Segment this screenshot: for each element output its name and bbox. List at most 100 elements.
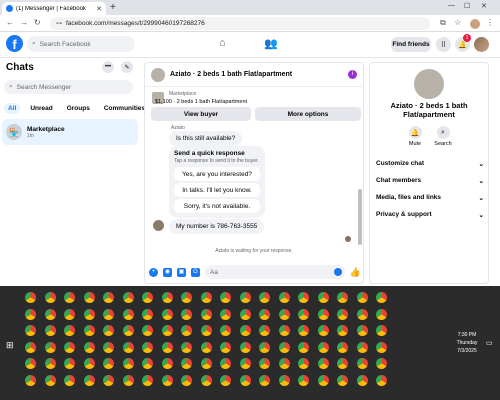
browser-shortcut-icon[interactable] [122,325,134,336]
browser-shortcut-icon[interactable] [181,341,192,353]
browser-shortcut-icon[interactable] [356,341,368,353]
more-options-button[interactable]: More options [255,107,361,121]
address-bar[interactable]: ⊶ facebook.com/messages/t/29990460197268… [50,17,430,30]
listing-thumbnail[interactable] [151,67,165,82]
browser-shortcut-icon[interactable] [298,341,309,353]
profile-avatar-icon[interactable] [470,19,480,29]
browser-shortcut-icon[interactable] [64,341,75,353]
browser-shortcut-icon[interactable] [200,341,212,353]
browser-shortcut-icon[interactable] [200,325,212,336]
conversation-info-icon[interactable]: i [348,70,357,79]
browser-shortcut-icon[interactable] [298,374,309,386]
browser-shortcut-icon[interactable] [142,325,153,336]
mute-button[interactable]: 🔔 Mute [402,126,428,147]
browser-shortcut-icon[interactable] [278,341,290,353]
browser-shortcut-icon[interactable] [376,308,387,320]
browser-shortcut-icon[interactable] [122,292,134,303]
browser-shortcut-icon[interactable] [356,308,368,320]
chat-members-row[interactable]: Chat members ⌄ [376,177,484,185]
browser-shortcut-icon[interactable] [317,292,329,303]
quick-reply-in-talks[interactable]: In talks. I'll let you know. [174,183,260,197]
browser-shortcut-icon[interactable] [103,292,114,303]
browser-shortcut-icon[interactable] [259,341,270,353]
browser-shortcut-icon[interactable] [142,358,153,369]
browser-shortcut-icon[interactable] [142,308,153,320]
browser-shortcut-icon[interactable] [122,374,134,386]
browser-shortcut-icon[interactable] [83,358,95,369]
browser-shortcut-icon[interactable] [298,358,309,369]
taskbar-clock[interactable]: 7:30 PM Thursday 7/3/2025 [452,331,482,355]
browser-shortcut-icon[interactable] [298,292,309,303]
browser-shortcut-icon[interactable] [161,308,173,320]
browser-shortcut-icon[interactable] [220,292,231,303]
facebook-search-input[interactable]: ⌕ Search Facebook [27,36,135,52]
close-tab-icon[interactable]: ✕ [96,5,102,13]
scrollbar-thumb[interactable] [358,189,362,245]
browser-shortcut-icon[interactable] [181,308,192,320]
browser-shortcut-icon[interactable] [356,358,368,369]
media-files-links-row[interactable]: Media, files and links ⌄ [376,194,484,202]
browser-shortcut-icon[interactable] [83,325,95,336]
close-window-icon[interactable]: ✕ [481,2,487,10]
browser-shortcut-icon[interactable] [376,325,387,336]
browser-shortcut-icon[interactable] [317,325,329,336]
browser-shortcut-icon[interactable] [278,308,290,320]
browser-shortcut-icon[interactable] [44,358,56,369]
facebook-logo[interactable]: f [6,35,23,52]
more-options-icon[interactable]: ••• [102,61,114,73]
browser-shortcut-icon[interactable] [103,374,114,386]
browser-shortcut-icon[interactable] [220,325,231,336]
browser-shortcut-icon[interactable] [83,374,95,386]
notification-center-icon[interactable]: ▭ [486,339,493,347]
forward-icon[interactable]: → [20,18,28,27]
browser-shortcut-icon[interactable] [181,358,192,369]
thread-scrollbar[interactable] [358,133,362,261]
camera-icon[interactable]: ◉ [163,267,172,277]
browser-shortcut-icon[interactable] [337,341,348,353]
filter-all[interactable]: All [4,103,21,114]
browser-shortcut-icon[interactable] [161,325,173,336]
browser-shortcut-icon[interactable] [298,308,309,320]
new-tab-button[interactable]: + [110,2,116,13]
privacy-support-row[interactable]: Privacy & support ⌄ [376,211,484,219]
friends-icon[interactable]: 👥 [264,37,278,50]
browser-shortcut-icon[interactable] [356,325,368,336]
browser-shortcut-icon[interactable] [278,325,290,336]
browser-shortcut-icon[interactable] [239,292,251,303]
browser-shortcut-icon[interactable] [356,292,368,303]
browser-shortcut-icon[interactable] [25,341,36,353]
browser-shortcut-icon[interactable] [278,292,290,303]
browser-shortcut-icon[interactable] [278,358,290,369]
browser-shortcut-icon[interactable] [317,308,329,320]
browser-shortcut-icon[interactable] [161,358,173,369]
browser-shortcut-icon[interactable] [376,341,387,353]
message-input[interactable]: Aa [205,265,345,279]
browser-shortcut-icon[interactable] [239,358,251,369]
filter-groups[interactable]: Groups [63,103,94,114]
browser-shortcut-icon[interactable] [239,374,251,386]
browser-shortcut-icon[interactable] [142,341,153,353]
emoji-icon[interactable] [333,268,342,276]
browser-shortcut-icon[interactable] [376,358,387,369]
browser-shortcut-icon[interactable] [83,292,95,303]
minimize-icon[interactable]: — [448,2,455,9]
browser-shortcut-icon[interactable] [64,292,75,303]
new-message-icon[interactable]: ✎ [121,61,133,73]
browser-shortcut-icon[interactable] [337,292,348,303]
browser-menu-icon[interactable]: ⋮ [486,18,494,27]
home-icon[interactable]: ⌂ [219,37,226,49]
browser-shortcut-icon[interactable] [356,374,368,386]
thread-title[interactable]: Aziato · 2 beds 1 bath Flat/apartment [170,71,343,78]
browser-shortcut-icon[interactable] [337,308,348,320]
browser-shortcut-icon[interactable] [103,341,114,353]
browser-shortcut-icon[interactable] [103,308,114,320]
browser-shortcut-icon[interactable] [278,374,290,386]
browser-shortcut-icon[interactable] [298,325,309,336]
quick-reply-yes[interactable]: Yes, are you interested? [174,167,260,181]
browser-shortcut-icon[interactable] [44,292,56,303]
search-conversation-button[interactable]: ⌕ Search [430,126,456,147]
install-app-icon[interactable]: ⧉ [440,18,446,28]
browser-shortcut-icon[interactable] [161,341,173,353]
browser-shortcut-icon[interactable] [122,341,134,353]
add-icon[interactable]: + [149,267,158,277]
